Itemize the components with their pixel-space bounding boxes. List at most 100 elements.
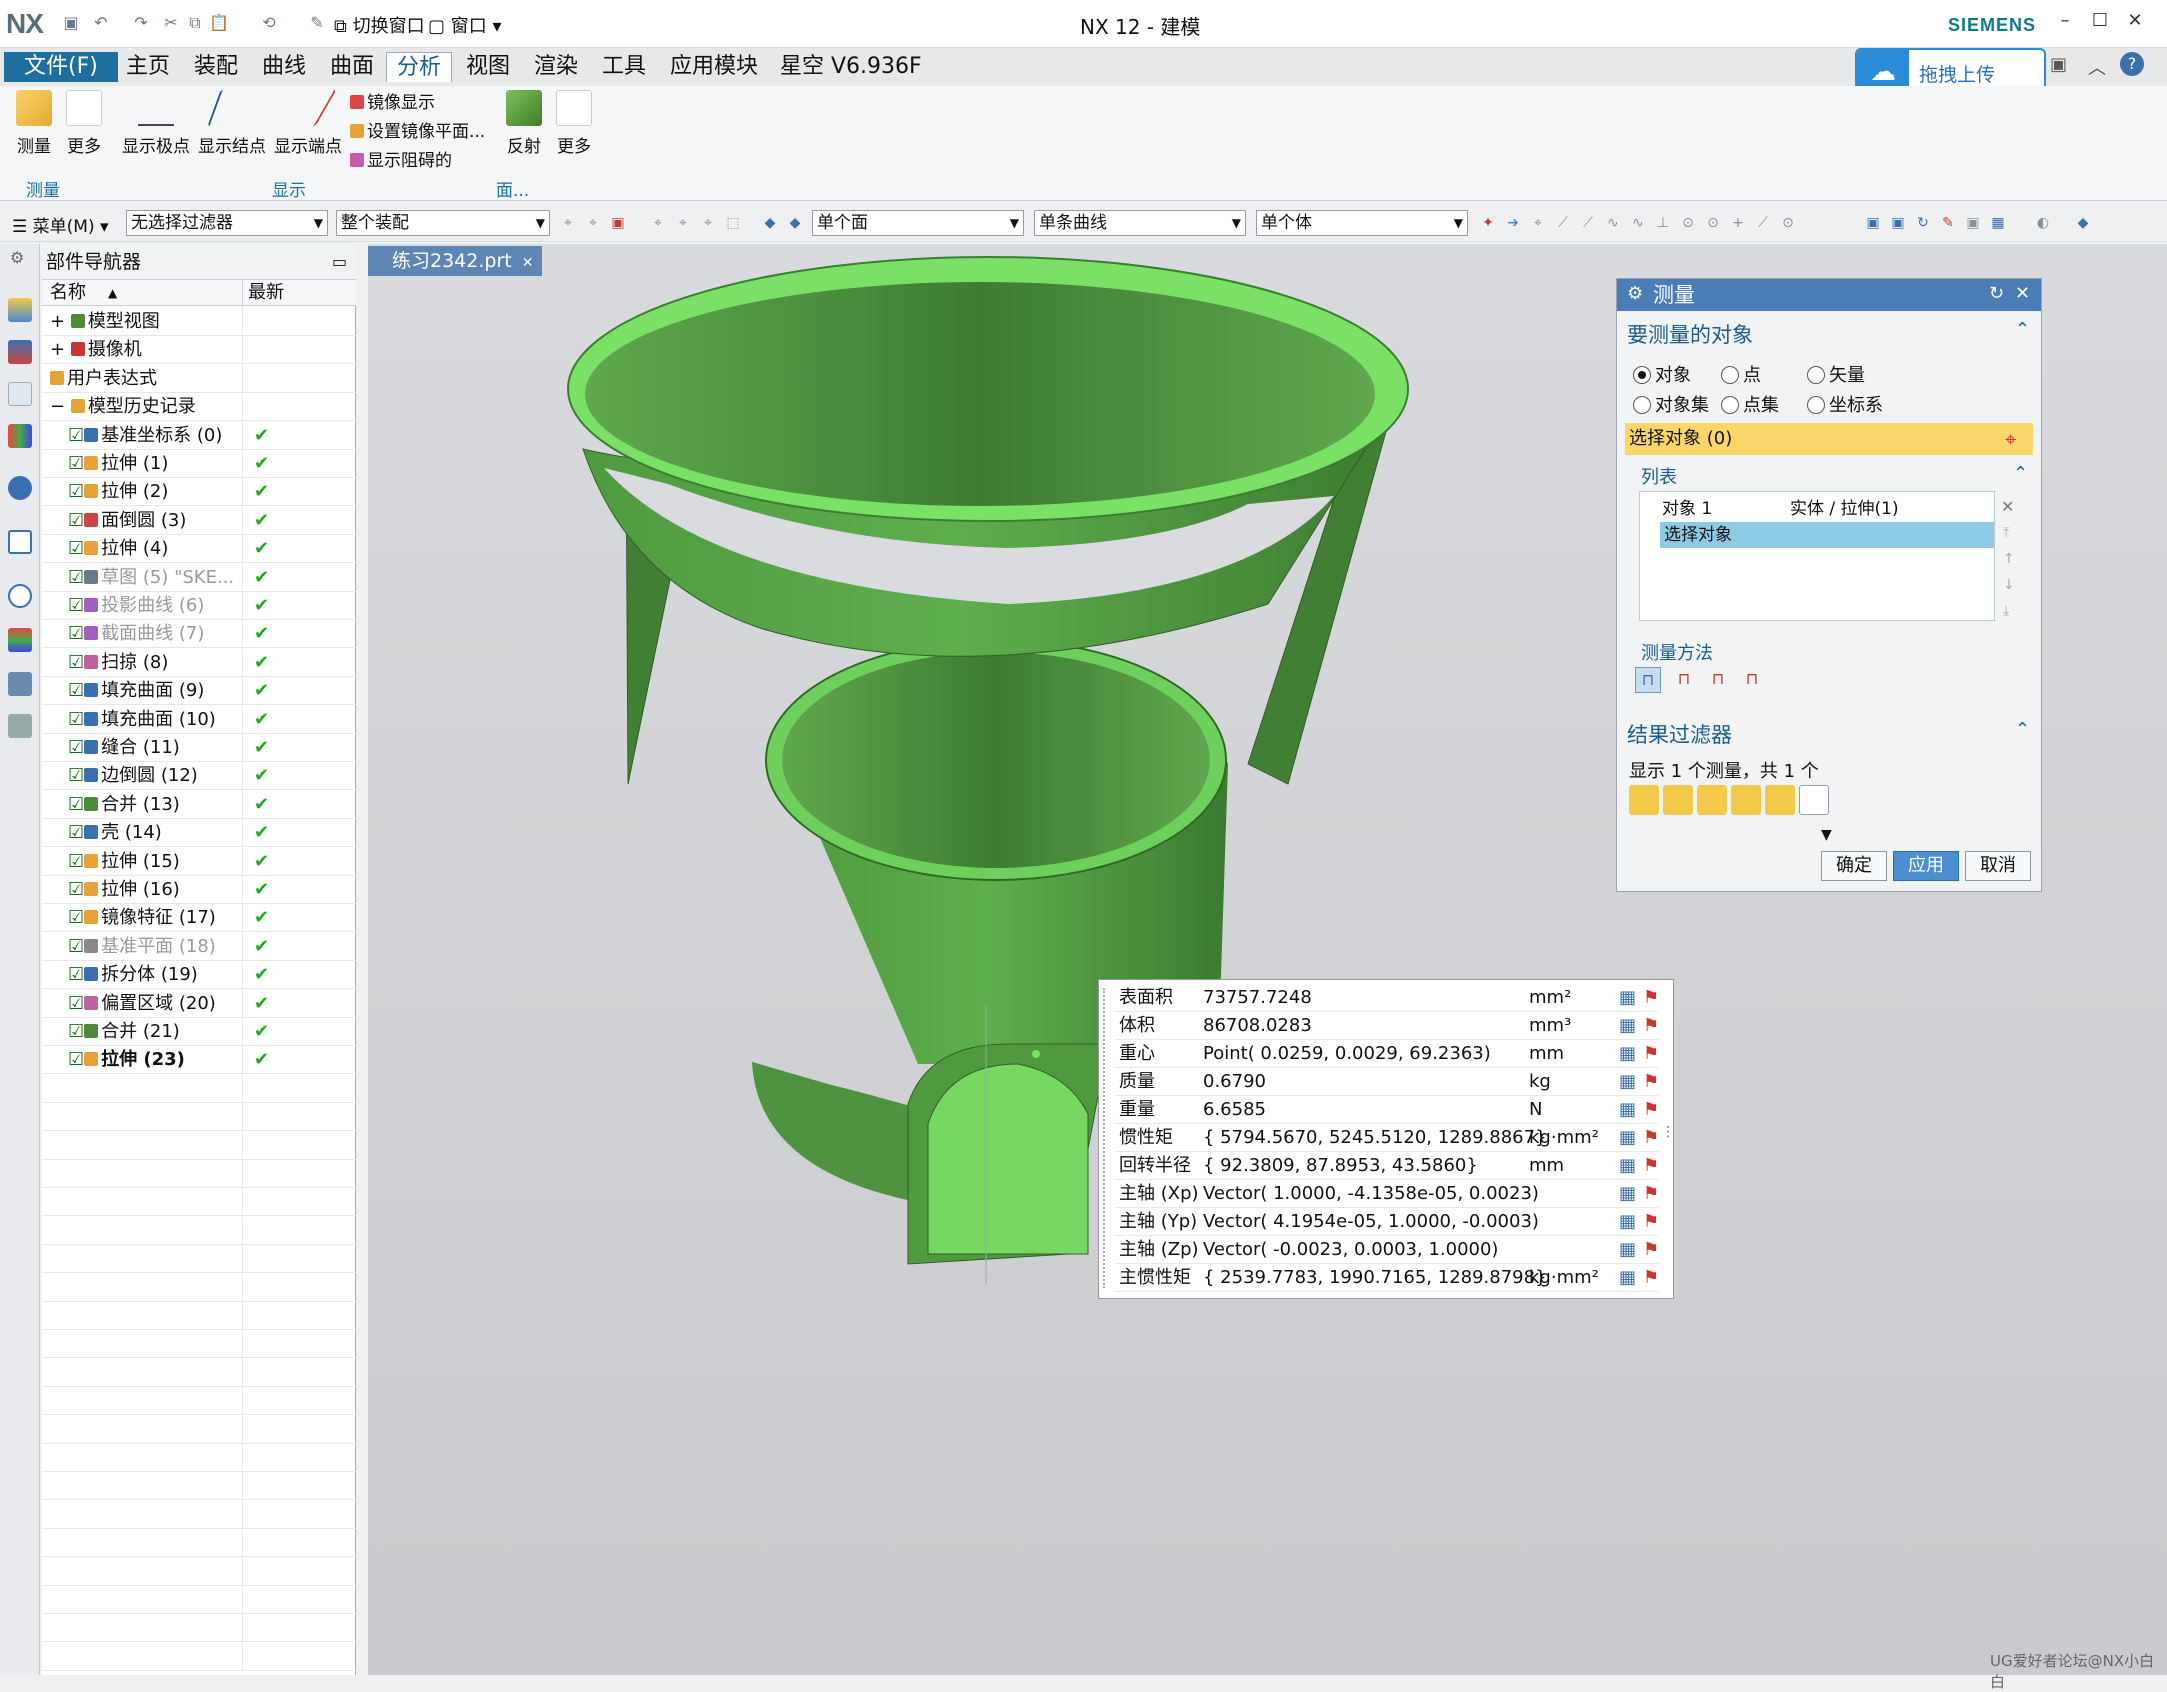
result-row[interactable]: 重心 Point( 0.0259, 0.0029, 69.2363) mm ▦ ⚑ [1115,1040,1659,1068]
snap-icon[interactable]: ➔ [1505,215,1521,231]
method-icon[interactable]: ⊓ [1635,667,1661,693]
column-latest-header[interactable]: 最新 [248,280,284,306]
tree-row[interactable]: ☑ 壳 (14) ✔ [42,819,356,848]
create-expression-icon[interactable]: ▦ [1619,1208,1636,1236]
tree-row[interactable]: ☑ 边倒圆 (12) ✔ [42,762,356,791]
result-row[interactable]: 表面积 73757.7248 mm² ▦ ⚑ [1115,984,1659,1012]
result-row[interactable]: 主轴 (Xp) Vector( 1.0000, -4.1358e-05, 0.00… [1115,1180,1659,1208]
tab-assembly[interactable]: 装配 [184,52,248,82]
rectangle-select-icon[interactable]: ⬚ [725,215,741,231]
requirement-icon[interactable]: ⚑ [1643,1152,1659,1180]
role-icon[interactable] [8,714,32,738]
visibility-checkbox[interactable]: ☑ [68,453,84,474]
move-top-icon[interactable]: ⤒ [2003,525,2009,541]
tree-row[interactable]: − 模型历史记录 [42,393,356,422]
close-icon[interactable]: ✕ [2015,283,2030,304]
visibility-checkbox[interactable]: ☑ [68,709,84,730]
objects-section-title[interactable]: 要测量的对象 [1627,319,1753,349]
reflect-button[interactable]: 反射 [502,90,546,157]
crosshair-icon[interactable]: ⌖ [2005,427,2016,451]
close-icon[interactable]: ✕ [522,255,534,271]
chevron-up-icon[interactable]: ⌃ [2015,719,2030,740]
show-knot-button[interactable]: 显示结点 [194,90,270,157]
more2-button[interactable]: 更多 [552,90,596,157]
mirror-display-button[interactable]: 镜像显示 [350,88,435,113]
method-icon[interactable]: ⊓ [1705,667,1731,693]
group-face-label[interactable]: 面... [496,176,529,201]
tree-row[interactable]: ☑ 拉伸 (15) ✔ [42,847,356,876]
create-expression-icon[interactable]: ▦ [1619,1096,1636,1124]
angle-filter-icon[interactable] [1663,785,1693,815]
column-name-header[interactable]: 名称 [50,280,86,306]
visibility-checkbox[interactable]: ☑ [68,481,84,502]
filter-icon[interactable]: ⌖ [585,215,601,231]
result-row[interactable]: 主轴 (Yp) Vector( 4.1954e-05, 1.0000, -0.00… [1115,1208,1659,1236]
visibility-checkbox[interactable]: ☑ [68,425,84,446]
move-bottom-icon[interactable]: ⤓ [2003,603,2009,619]
snap-point-icon[interactable]: ∿ [1605,215,1621,231]
snap-point-icon[interactable]: ∿ [1630,215,1646,231]
tab-view[interactable]: 视图 [456,52,520,82]
visibility-checkbox[interactable]: ☑ [68,737,84,758]
chevron-up-icon[interactable]: ⌃ [2013,463,2028,484]
group-measure-label[interactable]: 测量 [26,176,60,201]
tree-row[interactable]: ☑ 草图 (5) "SKE... ✔ [42,563,356,592]
tree-row[interactable]: ☑ 填充曲面 (10) ✔ [42,705,356,734]
gear-icon[interactable]: ⚙ [1627,283,1643,304]
tree-row[interactable]: ☑ 合并 (13) ✔ [42,790,356,819]
result-row[interactable]: 质量 0.6790 kg ▦ ⚑ [1115,1068,1659,1096]
cancel-button[interactable]: 取消 [1965,851,2031,881]
radio-point[interactable]: 点 [1721,361,1761,387]
create-expression-icon[interactable]: ▦ [1619,1012,1636,1040]
list-row-selected[interactable]: 选择对象 [1660,522,1994,548]
face-icon[interactable]: ◆ [787,215,803,231]
tree-row[interactable]: ☑ 基准平面 (18) ✔ [42,932,356,961]
tree-row[interactable]: ☑ 拉伸 (16) ✔ [42,876,356,904]
visibility-checkbox[interactable]: ☑ [68,680,84,701]
tree-row[interactable]: ☑ 合并 (21) ✔ [42,1018,356,1046]
switch-window-button[interactable]: ⧉ 切换窗口 [334,12,425,38]
tree-row[interactable]: ☑ 偏置区域 (20) ✔ [42,989,356,1018]
requirement-icon[interactable]: ⚑ [1643,1040,1659,1068]
visibility-checkbox[interactable]: ☑ [68,851,84,872]
filter-icon[interactable]: ⌖ [650,215,666,231]
create-expression-icon[interactable]: ▦ [1619,1236,1636,1264]
tree-row[interactable]: 用户表达式 [42,364,356,393]
tree-row[interactable]: ☑ 缝合 (11) ✔ [42,734,356,762]
body-filter-icon[interactable] [1731,785,1761,815]
menu-button[interactable]: ☰ 菜单(M) ▾ [12,212,109,237]
ok-button[interactable]: 确定 [1821,851,1887,881]
visibility-checkbox[interactable]: ☑ [68,652,84,673]
assembly-navigator-icon[interactable] [8,298,32,322]
snap-point-icon[interactable]: ⟋ [1755,215,1771,231]
list-row[interactable]: 对象 1 实体 / 拉伸(1) [1660,496,1994,522]
reuse-library-icon[interactable] [8,424,32,448]
remove-icon[interactable]: ✕ [2001,497,2014,516]
reset-icon[interactable]: ↻ [1989,283,2004,304]
tree-row[interactable]: ☑ 面倒圆 (3) ✔ [42,506,356,535]
snap-point-icon[interactable]: ⊙ [1705,215,1721,231]
collapse-ribbon-icon[interactable]: ︿ [2088,54,2106,80]
redo-icon[interactable]: ↷ [130,12,152,34]
constraint-navigator-icon[interactable] [8,340,32,364]
view-icon[interactable]: ▣ [1965,215,1981,231]
create-expression-icon[interactable]: ▦ [1619,1068,1636,1096]
tree-row[interactable]: ☑ 截面曲线 (7) ✔ [42,620,356,649]
visibility-checkbox[interactable]: ☑ [68,567,84,588]
create-expression-icon[interactable]: ▦ [1619,984,1636,1012]
visibility-checkbox[interactable]: ☑ [68,765,84,786]
mass-filter-icon[interactable] [1765,785,1795,815]
expand-icon[interactable]: ▼ [1821,827,1832,843]
snap-point-icon[interactable]: ⌖ [1530,215,1546,231]
document-tab[interactable]: 练习2342.prt ✕ [368,246,542,276]
tab-xingkong[interactable]: 星空 V6.936F [770,52,932,82]
visibility-checkbox[interactable]: ☑ [68,1049,84,1070]
visibility-checkbox[interactable]: ☑ [68,964,84,985]
snap-point-icon[interactable]: ⟋ [1580,215,1596,231]
scope-select[interactable]: 整个装配 ▼ [336,210,550,236]
tree-row[interactable]: + 摄像机 [42,336,356,365]
maximize-icon[interactable]: ☐ [2085,10,2115,36]
expand-icon[interactable]: + [50,339,71,360]
apply-button[interactable]: 应用 [1893,851,1959,881]
group-display-label[interactable]: 显示 [272,176,306,201]
